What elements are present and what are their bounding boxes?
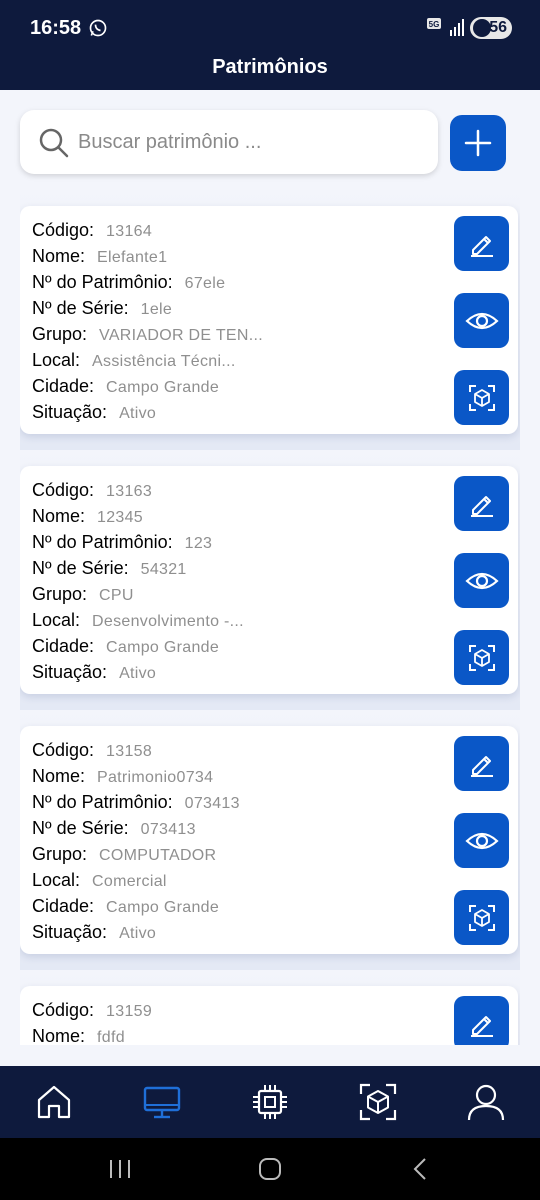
field-patrimonio: Nº do Patrimônio: 123 (32, 532, 213, 552)
view-icon (464, 832, 499, 849)
view-button[interactable] (454, 293, 509, 348)
view-button[interactable] (454, 553, 509, 608)
field-local: Local: Assistência Técni... (32, 350, 236, 370)
field-cidade: Cidade: Campo Grande (32, 376, 220, 396)
nav-profile[interactable] (464, 1080, 508, 1124)
scan-button[interactable] (454, 370, 509, 425)
asset-card[interactable]: Código: 13164 Nome: Elefante1 Nº do Patrim… (20, 206, 518, 434)
scan-button[interactable] (454, 630, 509, 685)
view-icon (464, 572, 499, 589)
asset-list-item: Código: 13163 Nome: 12345 Nº do Patrimônio… (20, 450, 520, 710)
asset-card[interactable]: Código: 13158 Nome: Patrimonio0734 Nº do P… (20, 726, 518, 954)
field-nome: Nome: fdfd (32, 1026, 125, 1045)
edit-icon (470, 235, 493, 257)
field-grupo: Grupo: COMPUTADOR (32, 844, 217, 864)
asset-list-item: Código: 13159 Nome: fdfd (20, 970, 520, 1045)
signal-icon: 5G (427, 18, 464, 36)
view-icon (464, 312, 499, 329)
search-input[interactable] (78, 122, 423, 162)
field-situacao: Situação: Ativo (32, 402, 157, 422)
field-nome: Nome: 12345 (32, 506, 144, 526)
plus-icon (464, 129, 492, 157)
cube-scan-icon (359, 1083, 397, 1121)
field-local: Local: Comercial (32, 870, 167, 890)
page-title: Patrimônios (212, 56, 328, 78)
network-label: 5G (429, 20, 440, 29)
recent-apps-icon[interactable] (105, 1156, 135, 1182)
battery-indicator: 56 (470, 17, 512, 39)
field-local: Local: Desenvolvimento -... (32, 610, 244, 630)
battery-level: 56 (489, 19, 507, 36)
system-navigation-bar (0, 1138, 540, 1200)
field-grupo: Grupo: CPU (32, 584, 134, 604)
home-button-icon[interactable] (255, 1156, 285, 1182)
app-header: 16:58 5G 56 Patrimônios (0, 0, 540, 90)
field-serie: Nº de Série: 54321 (32, 558, 187, 578)
field-serie: Nº de Série: 073413 (32, 818, 196, 838)
nav-assets[interactable] (140, 1080, 184, 1124)
scan-button[interactable] (454, 890, 509, 945)
asset-list-item: Código: 13158 Nome: Patrimonio0734 Nº do P… (20, 710, 520, 970)
whatsapp-icon (89, 19, 107, 37)
field-patrimonio: Nº do Patrimônio: 67ele (32, 272, 226, 292)
field-cidade: Cidade: Campo Grande (32, 636, 220, 656)
search-icon (39, 128, 69, 158)
back-icon[interactable] (405, 1156, 435, 1182)
add-asset-button[interactable] (450, 115, 506, 171)
field-situacao: Situação: Ativo (32, 662, 157, 682)
charging-icon (473, 19, 491, 37)
field-situacao: Situação: Ativo (32, 922, 157, 942)
field-cidade: Cidade: Campo Grande (32, 896, 220, 916)
view-button[interactable] (454, 813, 509, 868)
field-patrimonio: Nº do Patrimônio: 073413 (32, 792, 240, 812)
bottom-navigation (0, 1066, 540, 1138)
edit-icon (470, 495, 493, 517)
user-icon (467, 1084, 505, 1121)
field-codigo: Código: 13163 (32, 480, 153, 500)
status-time: 16:58 (30, 17, 82, 39)
edit-button[interactable] (454, 736, 509, 791)
search-bar (20, 110, 438, 174)
field-nome: Nome: Patrimonio0734 (32, 766, 214, 786)
scan-icon (468, 644, 495, 671)
asset-card[interactable]: Código: 13163 Nome: 12345 Nº do Patrimônio… (20, 466, 518, 694)
asset-list[interactable]: Código: 13164 Nome: Elefante1 Nº do Patrim… (20, 190, 520, 1045)
field-nome: Nome: Elefante1 (32, 246, 168, 266)
chip-icon (253, 1085, 287, 1119)
field-serie: Nº de Série: 1ele (32, 298, 173, 318)
asset-card[interactable]: Código: 13159 Nome: fdfd (20, 986, 518, 1045)
nav-scan[interactable] (356, 1080, 400, 1124)
field-grupo: Grupo: VARIADOR DE TEN... (32, 324, 263, 344)
field-codigo: Código: 13158 (32, 740, 153, 760)
monitor-icon (143, 1086, 181, 1119)
field-codigo: Código: 13159 (32, 1000, 153, 1020)
edit-button[interactable] (454, 996, 509, 1045)
nav-home[interactable] (32, 1080, 76, 1124)
edit-icon (470, 755, 493, 777)
status-bar: 16:58 5G 56 (0, 0, 540, 52)
field-codigo: Código: 13164 (32, 220, 153, 240)
scan-icon (468, 384, 495, 411)
home-icon (37, 1085, 71, 1119)
nav-devices[interactable] (248, 1080, 292, 1124)
asset-list-item: Código: 13164 Nome: Elefante1 Nº do Patrim… (20, 190, 520, 450)
edit-button[interactable] (454, 476, 509, 531)
edit-icon (470, 1015, 493, 1037)
edit-button[interactable] (454, 216, 509, 271)
scan-icon (468, 904, 495, 931)
